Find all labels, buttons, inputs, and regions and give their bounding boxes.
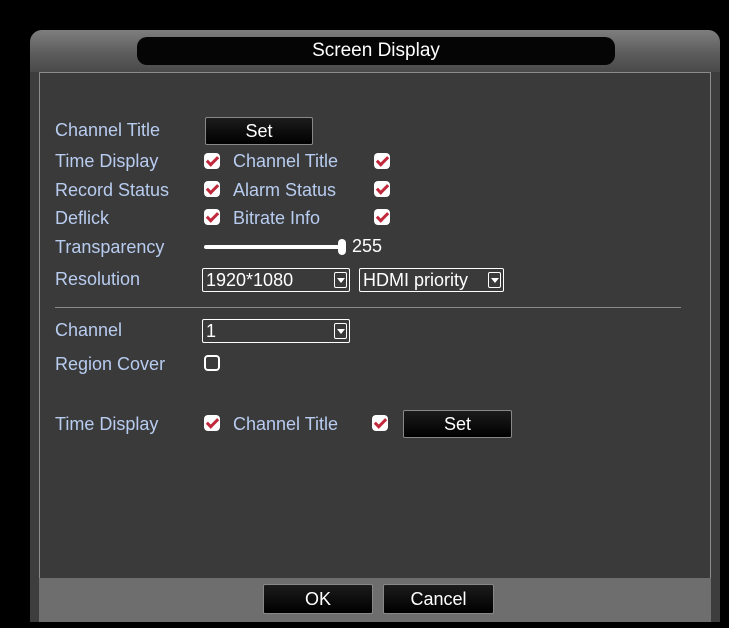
channel-time-display-label: Time Display <box>55 414 159 434</box>
chevron-down-icon <box>334 272 347 288</box>
record-status-checkbox[interactable] <box>204 181 220 197</box>
channel-value: 1 <box>206 321 217 341</box>
transparency-slider-thumb[interactable] <box>338 239 346 255</box>
dialog-title: Screen Display <box>137 37 615 65</box>
deflick-label: Deflick <box>55 208 110 228</box>
transparency-slider-track[interactable] <box>204 245 344 249</box>
alarm-status-label: Alarm Status <box>233 180 337 200</box>
channel-label: Channel <box>55 320 123 340</box>
region-cover-label: Region Cover <box>55 354 166 374</box>
bitrate-info-checkbox[interactable] <box>374 209 390 225</box>
channel-title-set-button[interactable]: Set <box>205 117 313 145</box>
cancel-button[interactable]: Cancel <box>383 584 494 614</box>
ok-button[interactable]: OK <box>263 584 373 614</box>
time-display-label: Time Display <box>55 151 159 171</box>
bitrate-info-label: Bitrate Info <box>233 208 321 228</box>
resolution-dropdown[interactable]: 1920*1080 <box>202 268 350 292</box>
channel-dropdown[interactable]: 1 <box>202 319 350 343</box>
region-cover-checkbox[interactable] <box>204 355 220 371</box>
output-priority-dropdown[interactable]: HDMI priority <box>359 268 504 292</box>
alarm-status-checkbox[interactable] <box>374 181 390 197</box>
channel-set-button[interactable]: Set <box>403 410 512 438</box>
output-priority-value: HDMI priority <box>363 270 469 290</box>
time-display-checkbox[interactable] <box>204 153 220 169</box>
record-status-label: Record Status <box>55 180 170 200</box>
resolution-label: Resolution <box>55 269 141 289</box>
resolution-value: 1920*1080 <box>206 270 294 290</box>
chevron-down-icon <box>334 323 347 339</box>
title-bar: Screen Display <box>30 30 720 72</box>
screen-display-dialog: Screen Display Channel Title Set Time Di… <box>30 30 720 622</box>
channel-title-check-label: Channel Title <box>233 151 339 171</box>
transparency-value: 255 <box>352 236 383 256</box>
channel-time-display-checkbox[interactable] <box>204 415 220 431</box>
chevron-down-icon <box>488 272 501 288</box>
deflick-checkbox[interactable] <box>204 209 220 225</box>
dialog-footer: OK Cancel <box>39 578 711 622</box>
channel-channel-title-label: Channel Title <box>233 414 339 434</box>
transparency-label: Transparency <box>55 237 165 257</box>
settings-panel: Channel Title Set Time Display Channel T… <box>39 72 711 579</box>
section-divider <box>55 307 681 308</box>
channel-title-checkbox[interactable] <box>374 153 390 169</box>
channel-channel-title-checkbox[interactable] <box>372 415 388 431</box>
channel-title-label: Channel Title <box>55 120 161 140</box>
